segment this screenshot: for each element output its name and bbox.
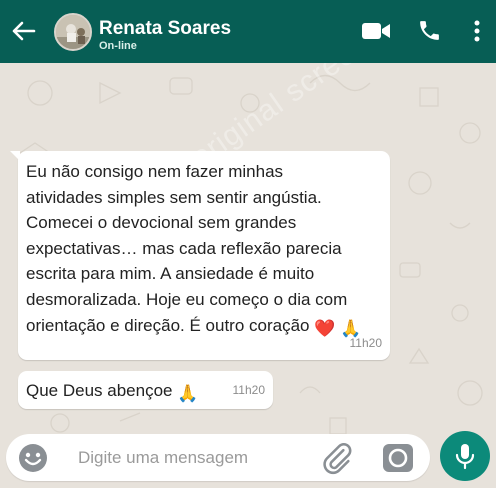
avatar-photo-icon <box>56 15 90 49</box>
avatar[interactable] <box>54 13 92 51</box>
contact-name[interactable]: Renata Soares <box>99 18 231 40</box>
message-timestamp: 11h20 <box>232 383 265 398</box>
microphone-icon <box>455 444 475 470</box>
back-arrow-icon[interactable] <box>8 16 38 46</box>
video-call-icon[interactable] <box>361 20 391 42</box>
message-input[interactable] <box>78 446 298 470</box>
bubble-tail <box>10 151 20 161</box>
message-composer <box>6 434 430 481</box>
more-options-icon[interactable] <box>470 18 484 44</box>
message-text: Eu não consigo nem fazer minhas atividad… <box>26 159 382 341</box>
emoji-icon[interactable] <box>17 442 49 474</box>
chat-header: Renata Soares On-line <box>0 0 496 63</box>
phone-icon[interactable] <box>417 18 442 43</box>
pray-emoji: 🙏 <box>177 384 199 403</box>
contact-status: On-line <box>99 40 137 52</box>
camera-icon[interactable] <box>382 442 414 474</box>
message-timestamp: 11h20 <box>349 336 382 351</box>
message-bubble-received[interactable]: Eu não consigo nem fazer minhas atividad… <box>10 151 390 360</box>
microphone-button[interactable] <box>440 431 490 481</box>
attach-icon[interactable] <box>320 441 354 475</box>
message-bubble-received[interactable]: Que Deus abençoe 🙏 11h20 <box>18 371 273 409</box>
message-text: Que Deus abençoe <box>26 381 173 400</box>
